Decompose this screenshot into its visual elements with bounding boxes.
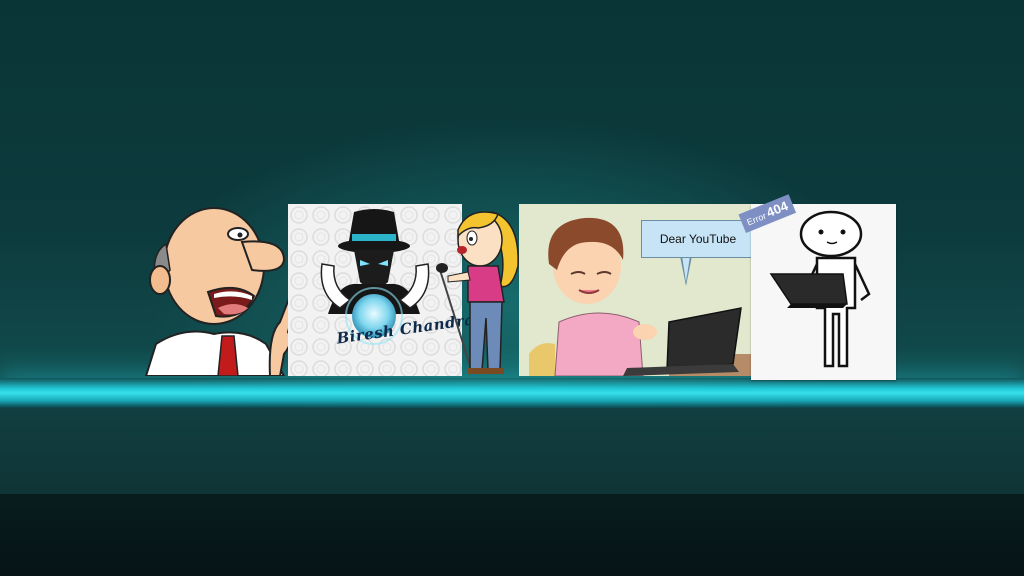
girl-with-microphone-icon bbox=[436, 210, 519, 374]
error-badge-word: Error bbox=[745, 210, 768, 228]
speech-bubble-tail-fill bbox=[682, 256, 690, 282]
stick-figure-laptop-icon bbox=[751, 204, 896, 380]
floor bbox=[0, 494, 1024, 576]
stick-figure-panel bbox=[751, 204, 896, 380]
shelf-face bbox=[0, 408, 1024, 494]
neon-shelf-light bbox=[0, 378, 1024, 408]
bald-man-pointing-icon bbox=[144, 207, 294, 376]
speech-bubble: Dear YouTube bbox=[641, 220, 755, 258]
speech-bubble-text: Dear YouTube bbox=[659, 232, 737, 246]
